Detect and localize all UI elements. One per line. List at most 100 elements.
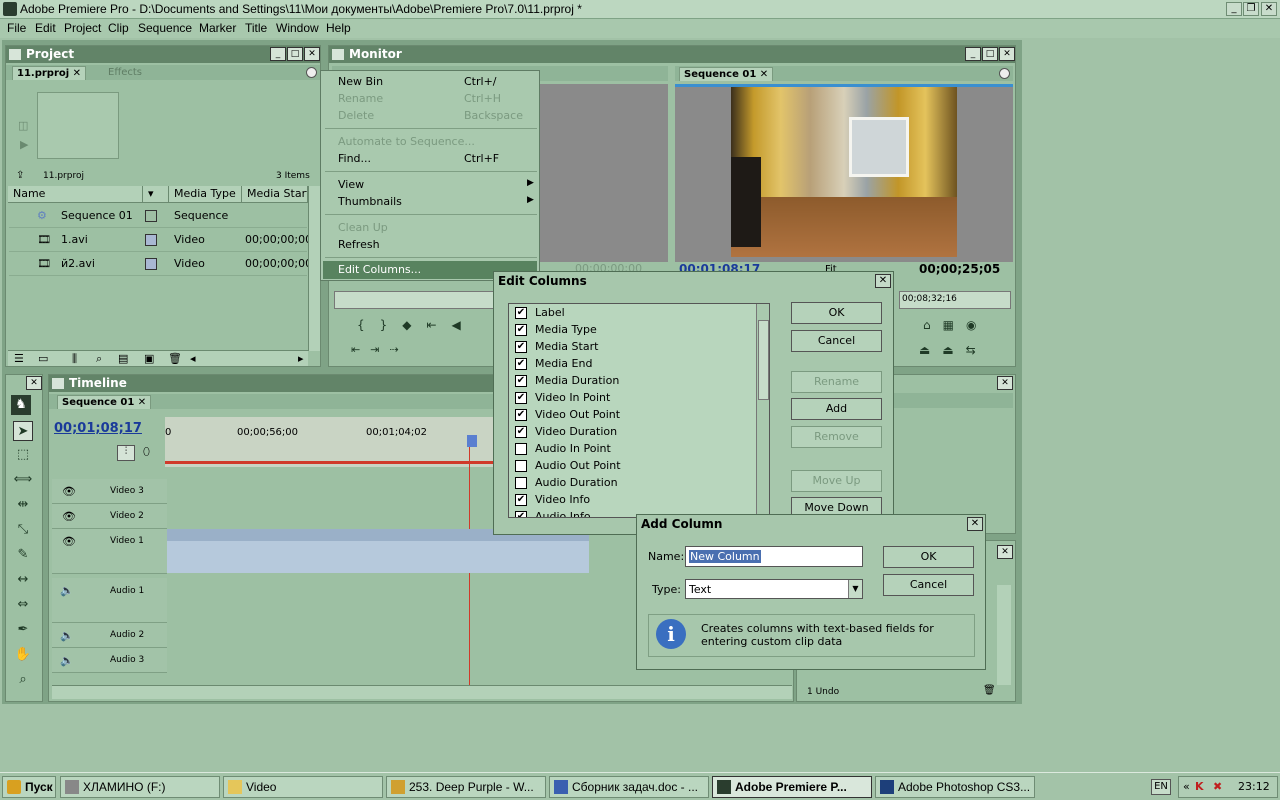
- zoom-tool-icon[interactable]: ⌕: [13, 670, 33, 690]
- table-row[interactable]: ⚙ Sequence 01 Sequence: [9, 204, 307, 228]
- playhead-handle[interactable]: [467, 435, 477, 447]
- checkbox[interactable]: ✔: [515, 392, 527, 404]
- taskbar-item-premiere[interactable]: Adobe Premiere P...: [712, 776, 872, 798]
- checkbox[interactable]: ✔: [515, 511, 527, 517]
- program-transport-controls-2[interactable]: ⏏⏏⇆: [919, 343, 988, 357]
- menu-sequence[interactable]: Sequence: [138, 21, 192, 35]
- automate-icon[interactable]: ⫼: [72, 352, 77, 366]
- panel-close-button[interactable]: ✕: [999, 47, 1015, 61]
- marker-icon[interactable]: ⬯: [143, 445, 150, 459]
- menu-item-thumbnails[interactable]: Thumbnails: [338, 195, 402, 208]
- column-name-input[interactable]: New Column: [685, 546, 863, 567]
- source-transport-controls[interactable]: {}◆⇤◀: [357, 318, 476, 332]
- remove-column-button[interactable]: Remove: [791, 426, 882, 448]
- menu-help[interactable]: Help: [326, 21, 351, 35]
- list-view-icon[interactable]: ☰: [14, 352, 24, 365]
- menu-clip[interactable]: Clip: [108, 21, 129, 35]
- taskbar-item-folder[interactable]: Video: [223, 776, 383, 798]
- checkbox[interactable]: [515, 477, 527, 489]
- checkbox[interactable]: ✔: [515, 358, 527, 370]
- menu-edit[interactable]: Edit: [35, 21, 56, 35]
- checkbox[interactable]: [515, 443, 527, 455]
- minimize-button[interactable]: _: [1226, 2, 1242, 16]
- eye-icon[interactable]: 👁: [62, 510, 76, 523]
- panel-menu-icon[interactable]: [306, 67, 317, 78]
- menu-project[interactable]: Project: [64, 21, 101, 35]
- history-vscrollbar[interactable]: [997, 585, 1011, 685]
- column-header-name[interactable]: Name: [8, 186, 143, 202]
- work-area-bar[interactable]: [165, 461, 495, 464]
- add-column-cancel-button[interactable]: Cancel: [883, 574, 974, 596]
- selection-tool-icon[interactable]: ➤: [13, 421, 33, 441]
- tray-expand-icon[interactable]: «: [1183, 780, 1190, 793]
- program-transport-controls[interactable]: ⌂▦◉: [923, 318, 988, 332]
- column-header-media-start[interactable]: Media Start: [242, 186, 308, 202]
- menu-item-delete[interactable]: Delete: [338, 109, 374, 122]
- source-transport-controls-2[interactable]: ⇤⇥⇢: [351, 343, 409, 356]
- menu-title[interactable]: Title: [245, 21, 267, 35]
- speaker-icon[interactable]: 🔈: [60, 629, 74, 642]
- checkbox[interactable]: ✔: [515, 307, 527, 319]
- timeline-timecode[interactable]: 00;01;08;17: [54, 421, 142, 436]
- table-row[interactable]: 🎞 й2.avi Video 00;00;00;00: [9, 252, 312, 276]
- menu-item-view[interactable]: View: [338, 178, 364, 191]
- edit-columns-cancel-button[interactable]: Cancel: [791, 330, 882, 352]
- menu-item-rename[interactable]: Rename: [338, 92, 383, 105]
- taskbar-item-photoshop[interactable]: Adobe Photoshop CS3...: [875, 776, 1035, 798]
- menu-item-find[interactable]: Find...: [338, 152, 371, 165]
- panel-close-button[interactable]: ✕: [997, 545, 1013, 559]
- tab-project[interactable]: 11.prproj ✕: [12, 66, 87, 80]
- new-item-icon[interactable]: ▣: [144, 352, 154, 365]
- checkbox[interactable]: ✔: [515, 324, 527, 336]
- taskbar-item-player[interactable]: 253. Deep Purple - W...: [386, 776, 546, 798]
- language-indicator[interactable]: EN: [1151, 779, 1171, 795]
- taskbar-item-word[interactable]: Сборник задач.doc - ...: [549, 776, 709, 798]
- antivirus-icon[interactable]: K: [1195, 780, 1204, 793]
- tab-program-sequence[interactable]: Sequence 01 ✕: [679, 67, 774, 81]
- trash-icon[interactable]: 🗑: [168, 352, 182, 365]
- program-ruler[interactable]: 00;08;32;16: [899, 291, 1011, 309]
- pen-tool-icon[interactable]: ✒: [13, 620, 33, 640]
- column-type-select[interactable]: Text ▼: [685, 579, 863, 599]
- edit-columns-ok-button[interactable]: OK: [791, 302, 882, 324]
- checkbox[interactable]: ✔: [515, 409, 527, 421]
- slide-tool-icon[interactable]: ⇔: [13, 595, 33, 615]
- folder-up-icon[interactable]: ⇪: [16, 170, 24, 181]
- slip-tool-icon[interactable]: ↔: [13, 570, 33, 590]
- column-label-header[interactable]: ▾: [143, 186, 169, 202]
- track-select-tool-icon[interactable]: ⬚: [13, 445, 33, 465]
- column-header-media-type[interactable]: Media Type: [169, 186, 242, 202]
- eye-icon[interactable]: 👁: [62, 485, 76, 498]
- menu-window[interactable]: Window: [276, 21, 319, 35]
- menu-item-new-bin[interactable]: New Bin: [338, 75, 383, 88]
- source-scrubber[interactable]: [334, 291, 494, 309]
- find-icon[interactable]: ⌕: [96, 352, 102, 366]
- checkbox[interactable]: ✔: [515, 375, 527, 387]
- menu-item-edit-columns[interactable]: Edit Columns...: [338, 263, 421, 276]
- play-icon[interactable]: ▶: [20, 138, 28, 151]
- scroll-thumb[interactable]: [758, 320, 769, 400]
- checkbox[interactable]: ✔: [515, 341, 527, 353]
- chevron-down-icon[interactable]: ▼: [848, 580, 862, 598]
- panel-minimize-button[interactable]: _: [965, 47, 981, 61]
- razor-tool-icon[interactable]: ✎: [13, 545, 33, 565]
- menu-item-automate[interactable]: Automate to Sequence...: [338, 135, 475, 148]
- checklist-vscrollbar[interactable]: [756, 304, 769, 517]
- speaker-icon[interactable]: 🔈: [60, 584, 74, 597]
- project-vscrollbar[interactable]: [308, 186, 320, 351]
- restore-button[interactable]: ❐: [1243, 2, 1259, 16]
- checkbox[interactable]: [515, 460, 527, 472]
- ripple-edit-tool-icon[interactable]: ⟺: [13, 470, 33, 490]
- panel-menu-icon[interactable]: [999, 68, 1010, 79]
- tools-close-button[interactable]: ✕: [26, 376, 42, 390]
- panel-maximize-button[interactable]: □: [287, 47, 303, 61]
- add-column-button[interactable]: Add: [791, 398, 882, 420]
- timeline-ruler[interactable]: 0 00;00;56;00 00;01;04;02: [165, 417, 495, 467]
- checkbox[interactable]: ✔: [515, 426, 527, 438]
- scroll-right-icon[interactable]: ▸: [298, 352, 304, 365]
- menu-item-refresh[interactable]: Refresh: [338, 238, 380, 251]
- rename-column-button[interactable]: Rename: [791, 371, 882, 393]
- taskbar-item-drive[interactable]: ХЛАМИНО (F:): [60, 776, 220, 798]
- menu-file[interactable]: File: [7, 21, 26, 35]
- new-bin-icon[interactable]: ▤: [118, 352, 128, 365]
